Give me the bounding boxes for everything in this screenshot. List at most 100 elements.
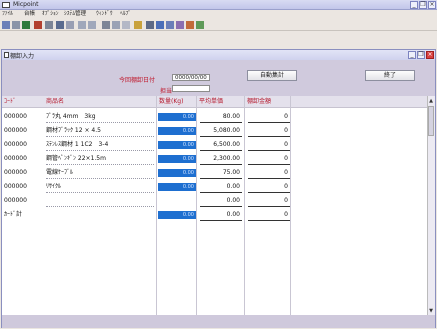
row-amount: 0 — [284, 155, 288, 162]
qty-input[interactable]: 0.00 — [158, 155, 196, 163]
price-underline — [200, 136, 242, 137]
row-price: 0.00 — [226, 197, 240, 204]
menu-ledger[interactable]: 台帳 — [24, 10, 35, 19]
row-code: 000000 — [4, 141, 27, 148]
open-icon[interactable] — [12, 21, 20, 29]
menu-system[interactable]: ｼｽﾃﾑ管理 — [64, 10, 86, 19]
row-price: 80.00 — [222, 113, 240, 120]
scroll-thumb[interactable] — [428, 106, 434, 136]
row-price: 0.00 — [226, 183, 240, 190]
tools-icon[interactable] — [176, 21, 184, 29]
table-row[interactable]: 000000 0.00 0 — [2, 195, 290, 209]
table-row[interactable]: 000000 ﾌﾟﾗ丸 4mm 3kg 0.00 80.00 0 — [2, 111, 290, 125]
menu-window[interactable]: ｳｨﾝﾄﾞｳ — [96, 10, 113, 19]
table-row[interactable]: 000000 ｽﾃﾝﾚｽ鋼材 1 1C2 3-4 0.00 6,500.00 0 — [2, 139, 290, 153]
table-row[interactable]: 000000 鋼材ﾌﾞﾗｯｸ 12 × 4.5 0.00 5,080.00 0 — [2, 125, 290, 139]
calc-icon[interactable] — [166, 21, 174, 29]
table-icon[interactable] — [146, 21, 154, 29]
price-underline — [200, 206, 242, 207]
date-field[interactable]: 0000/00/00 — [172, 74, 210, 81]
restore-icon[interactable]: ❐ — [419, 1, 427, 9]
scroll-up-icon[interactable]: ▲ — [428, 98, 434, 104]
row-code: 000000 — [4, 169, 27, 176]
child-minimize-icon[interactable]: _ — [408, 51, 416, 59]
total-row: ｶｰﾄﾞ計 0.00 0.00 0 — [2, 209, 290, 223]
qty-input[interactable]: 0.00 — [158, 141, 196, 149]
row-price: 5,080.00 — [213, 127, 240, 134]
edit-icon[interactable] — [34, 21, 42, 29]
col-divider — [290, 96, 291, 315]
table-row[interactable]: 000000 鋼管ﾍﾟﾝｷﾞﾝ 22×1.5m 0.00 2,300.00 0 — [2, 153, 290, 167]
app-icon — [2, 2, 10, 8]
qty-input[interactable]: 0.00 — [158, 113, 196, 121]
amount-underline — [248, 122, 290, 123]
inventory-titlebar — [2, 50, 435, 60]
date-value: 0000/00/00 — [175, 75, 207, 81]
price-underline — [200, 192, 242, 193]
table-row[interactable]: 000000 ﾘｻｲｸﾙ 0.00 0.00 0 — [2, 181, 290, 195]
auto-sum-button[interactable]: 自動集計 — [247, 70, 297, 81]
price-underline — [200, 150, 242, 151]
total-amount: 0 — [284, 211, 288, 218]
name-underline — [46, 164, 154, 165]
name-underline — [46, 150, 154, 151]
row-name: ｽﾃﾝﾚｽ鋼材 1 1C2 3-4 — [46, 141, 109, 148]
folder-icon[interactable] — [134, 21, 142, 29]
row-code: 000000 — [4, 113, 27, 120]
settings-icon[interactable] — [186, 21, 194, 29]
staff-label: 担当 — [160, 88, 173, 95]
staff-field[interactable] — [172, 85, 210, 92]
copy-icon[interactable] — [56, 21, 64, 29]
paste-icon[interactable] — [66, 21, 74, 29]
menu-options[interactable]: ｵﾌﾟｼｮﾝ — [42, 10, 59, 19]
search-icon[interactable] — [78, 21, 86, 29]
exit-icon[interactable] — [196, 21, 204, 29]
total-qty: 0.00 — [158, 211, 196, 219]
help-icon[interactable] — [122, 21, 130, 29]
print-icon[interactable] — [45, 21, 53, 29]
qty-input[interactable]: 0.00 — [158, 183, 196, 191]
window-icon — [4, 52, 9, 58]
cut-icon[interactable] — [102, 21, 110, 29]
price-underline — [200, 122, 242, 123]
close-icon[interactable]: × — [428, 1, 436, 9]
save-icon[interactable] — [22, 21, 30, 29]
name-underline — [46, 192, 154, 193]
zoom-icon[interactable] — [88, 21, 96, 29]
menu-file[interactable]: ﾌｧｲﾙ — [2, 10, 13, 19]
undo-icon[interactable] — [112, 21, 120, 29]
row-name: ﾌﾟﾗ丸 4mm 3kg — [46, 113, 96, 120]
new-icon[interactable] — [2, 21, 10, 29]
row-code: 000000 — [4, 197, 27, 204]
header-code: ｺｰﾄﾞ — [4, 98, 17, 105]
header-amount: 棚卸金額 — [247, 98, 272, 105]
child-close-icon[interactable]: × — [426, 51, 434, 59]
row-amount: 0 — [284, 127, 288, 134]
scroll-down-icon[interactable]: ▼ — [428, 308, 434, 314]
child-restore-icon[interactable]: ❐ — [417, 51, 425, 59]
qty-input[interactable]: 0.00 — [158, 169, 196, 177]
row-code: 000000 — [4, 127, 27, 134]
row-amount: 0 — [284, 141, 288, 148]
minimize-icon[interactable]: _ — [410, 1, 418, 9]
price-underline — [200, 164, 242, 165]
name-underline — [46, 178, 154, 179]
menu-help[interactable]: ﾍﾙﾌﾟ — [120, 10, 131, 19]
row-code: 000000 — [4, 183, 27, 190]
row-name: 鋼管ﾍﾟﾝｷﾞﾝ 22×1.5m — [46, 155, 106, 162]
end-button[interactable]: 終了 — [365, 70, 415, 81]
row-amount: 0 — [284, 197, 288, 204]
amount-underline — [248, 206, 290, 207]
amount-underline — [248, 136, 290, 137]
app-titlebar: Micpoint _ ❐ × — [0, 0, 437, 10]
price-underline — [200, 178, 242, 179]
amount-underline — [248, 192, 290, 193]
name-underline — [46, 206, 154, 207]
header-price: 平均単価 — [199, 98, 224, 105]
chart-icon[interactable] — [156, 21, 164, 29]
qty-input[interactable]: 0.00 — [158, 127, 196, 135]
header-name: 商品名 — [46, 98, 65, 105]
row-price: 75.00 — [222, 169, 240, 176]
name-underline — [46, 136, 154, 137]
table-row[interactable]: 000000 電線ｹｰﾌﾞﾙ 0.00 75.00 0 — [2, 167, 290, 181]
